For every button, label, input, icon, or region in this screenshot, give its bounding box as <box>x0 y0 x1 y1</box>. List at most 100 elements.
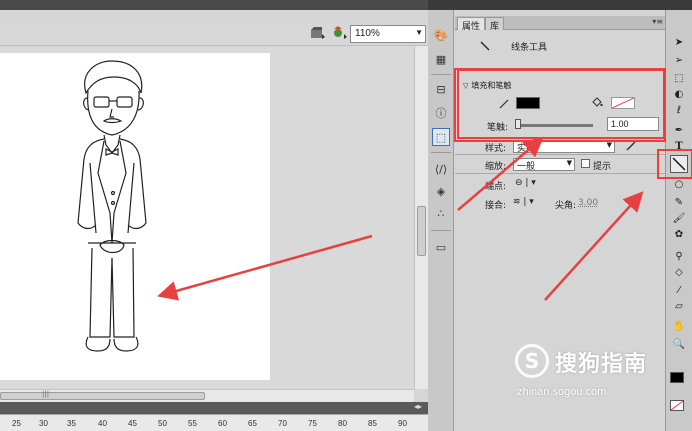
join-select[interactable]: ≋ | ▾ <box>513 197 534 207</box>
pencil-icon <box>499 99 509 109</box>
hint-checkbox[interactable] <box>581 159 590 168</box>
motion-icon[interactable]: ∴ <box>432 204 450 222</box>
stroke-slider[interactable] <box>515 119 593 129</box>
line-tool-icon[interactable] <box>670 155 688 173</box>
style-label: 样式: <box>485 144 507 154</box>
chevron-down-icon: ▼ <box>415 28 423 37</box>
style-value: 实线 <box>517 144 536 154</box>
timeline-header: ◂▸ <box>0 402 428 414</box>
ruler-tick: 35 <box>67 419 76 428</box>
bone-icon[interactable]: ⚲ <box>670 248 688 264</box>
miter-label: 尖角: <box>555 201 577 211</box>
ruler-tick: 70 <box>278 419 287 428</box>
ruler-tick: 45 <box>128 419 137 428</box>
grid-icon[interactable]: ▦ <box>432 50 450 68</box>
ruler-tick: 60 <box>218 419 227 428</box>
ruler-tick: 85 <box>368 419 377 428</box>
ruler-tick: 75 <box>308 419 317 428</box>
edit-scene-icon[interactable] <box>310 26 326 40</box>
zoom-select[interactable]: 110% ▼ <box>350 25 426 43</box>
vertical-scrollbar[interactable] <box>414 46 428 389</box>
free-transform-icon[interactable]: ⬚ <box>670 70 688 86</box>
lasso-icon[interactable]: ℓ <box>670 102 688 118</box>
brush-icon[interactable]: 🖌 <box>670 210 688 226</box>
eraser-icon[interactable]: ▱ <box>670 298 688 314</box>
hint-label: 提示 <box>593 162 612 172</box>
hand-icon[interactable]: ✋ <box>670 318 688 334</box>
scale-label: 缩放: <box>485 162 507 172</box>
chevron-down-icon: ▼ <box>606 141 612 149</box>
stroke-value-input[interactable]: 1.00 <box>607 117 659 131</box>
info-icon[interactable]: ⓘ <box>432 104 450 122</box>
stage-area: 110% ▼ ||| ◂▸ 25 30 35 40 45 50 55 60 65… <box>0 0 428 431</box>
style-select[interactable]: 实线 ▼ <box>513 140 615 154</box>
panel-menu-icon[interactable]: ▾≡ <box>652 17 663 26</box>
tab-properties[interactable]: 属性 <box>457 17 486 32</box>
pen-icon[interactable]: ✒ <box>670 122 688 138</box>
panel-header-strip <box>428 0 692 10</box>
paint-bucket-icon[interactable]: ◇ <box>670 264 688 280</box>
tool-name: 线条工具 <box>511 43 548 53</box>
edit-symbol-icon[interactable] <box>332 26 348 40</box>
watermark: S 搜狗指南 zhinan.sogou.com <box>515 344 692 404</box>
expand-triangle-icon: ▽ <box>463 82 469 90</box>
dock-divider <box>431 230 451 231</box>
code-icon[interactable]: ⟨/⟩ <box>432 160 450 178</box>
deco-icon[interactable]: ✿ <box>670 226 688 242</box>
subselection-tool-icon[interactable]: ➢ <box>670 52 688 68</box>
components-icon[interactable]: ◈ <box>432 182 450 200</box>
scrollbar-thumb[interactable] <box>0 392 205 400</box>
eyedropper-icon[interactable]: ⁄ <box>670 282 688 298</box>
collapse-icon[interactable]: ◂▸ <box>414 402 422 411</box>
selection-tool-icon[interactable]: ➤ <box>670 34 688 50</box>
paint-palette-icon[interactable]: 🎨 <box>432 26 450 44</box>
ruler-tick: 65 <box>248 419 257 428</box>
transform-icon[interactable]: ⬚ <box>432 128 450 146</box>
title-strip <box>0 0 428 10</box>
ruler-tick: 40 <box>98 419 107 428</box>
join-label: 接合: <box>485 201 507 211</box>
stage-canvas[interactable] <box>0 53 270 380</box>
scrollbar-thumb[interactable] <box>417 206 426 256</box>
pencil-icon[interactable]: ✎ <box>670 194 688 210</box>
divider <box>455 173 665 174</box>
miter-value[interactable]: 3.00 <box>578 198 598 208</box>
tab-library[interactable]: 库 <box>485 17 505 32</box>
ruler-tick: 25 <box>12 419 21 428</box>
cartoon-man-drawing[interactable] <box>0 53 270 380</box>
slider-handle[interactable] <box>515 119 521 129</box>
no-fill-icon <box>611 97 635 109</box>
sogou-logo-icon: S <box>515 344 549 378</box>
3d-rotation-icon[interactable]: ◐ <box>670 86 688 102</box>
align-icon[interactable]: ⊟ <box>432 80 450 98</box>
edit-bar: 110% ▼ <box>0 22 428 46</box>
paint-bucket-icon <box>592 97 603 107</box>
timeline-ruler: 25 30 35 40 45 50 55 60 65 70 75 80 85 9… <box>0 414 428 431</box>
ruler-tick: 90 <box>398 419 407 428</box>
scale-select[interactable]: 一般 ▼ <box>513 158 575 172</box>
library-icon[interactable]: ▭ <box>432 238 450 256</box>
fill-stroke-section: ▽ 填充和笔触 笔触: 1.00 <box>457 69 665 139</box>
divider <box>455 154 665 155</box>
cap-label: 端点: <box>485 182 507 192</box>
ruler-tick: 50 <box>158 419 167 428</box>
dock-divider <box>431 152 451 153</box>
stroke-color-swatch[interactable] <box>516 97 540 109</box>
fill-color-swatch[interactable] <box>611 97 635 109</box>
cap-select[interactable]: ⊖ | ▾ <box>515 178 536 188</box>
ruler-tick: 80 <box>338 419 347 428</box>
watermark-url: zhinan.sogou.com <box>517 386 607 398</box>
horizontal-scrollbar[interactable]: ||| <box>0 389 414 402</box>
zoom-value: 110% <box>355 28 380 39</box>
section-title[interactable]: ▽ 填充和笔触 <box>463 80 511 91</box>
chevron-down-icon: ▼ <box>566 159 572 167</box>
edit-style-icon[interactable] <box>625 140 637 152</box>
oval-tool-icon[interactable]: ○ <box>670 176 688 192</box>
panel-dock: 🎨 ▦ ⊟ ⓘ ⬚ ⟨/⟩ ◈ ∴ ▭ <box>428 10 454 431</box>
ruler-tick: 55 <box>188 419 197 428</box>
section-title-label: 填充和笔触 <box>471 81 512 90</box>
grip-icon: ||| <box>42 390 50 398</box>
panel-tabs: 属性 库 ▾≡ <box>455 16 665 32</box>
stroke-label: 笔触: <box>487 123 509 133</box>
scale-value: 一般 <box>517 162 536 172</box>
